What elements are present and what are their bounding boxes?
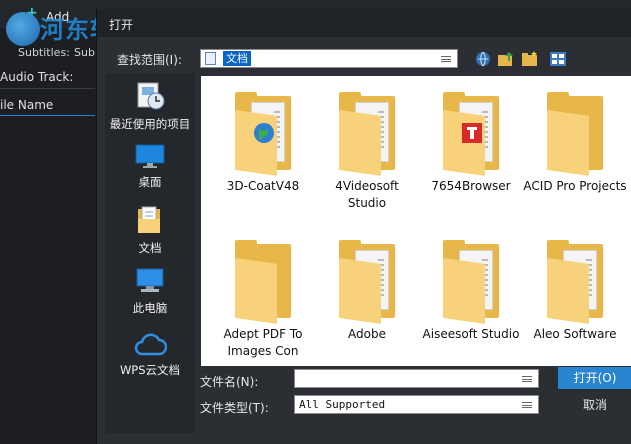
new-folder-icon[interactable]	[521, 50, 539, 68]
dropdown-grip-icon	[522, 402, 532, 408]
file-name: Aiseesoft Studio	[422, 327, 520, 341]
file-name: ACID Pro Projects	[523, 179, 627, 193]
file-list-view[interactable]: 3D-CoatV48 4Videosoft Studio 7654Browser	[201, 76, 631, 366]
view-menu-icon[interactable]	[549, 50, 567, 68]
folder-icon	[235, 240, 291, 324]
recent-items-icon	[137, 82, 165, 110]
file-type-value: All Supported	[299, 398, 386, 411]
watermark-logo-icon	[6, 12, 40, 46]
file-name-input[interactable]	[294, 369, 539, 388]
place-label: 桌面	[138, 175, 162, 189]
place-label: 此电脑	[132, 301, 168, 315]
document-folder-icon	[205, 52, 216, 65]
folder-icon	[339, 240, 395, 324]
file-name: 7654Browser	[431, 179, 511, 193]
back-globe-icon[interactable]	[474, 50, 492, 68]
file-item[interactable]: 3D-CoatV48	[211, 92, 315, 195]
file-item[interactable]: Adept PDF To Images Con	[211, 240, 315, 360]
place-this-pc[interactable]: 此电脑	[105, 267, 195, 316]
dialog-title: 打开	[109, 18, 134, 32]
place-recent-items[interactable]: 最近使用的项目	[105, 81, 195, 132]
desktop-icon	[135, 144, 165, 168]
header-underline	[0, 115, 95, 116]
look-in-dropdown[interactable]: 文档	[200, 49, 458, 68]
dialog-titlebar[interactable]: 打开	[97, 9, 631, 37]
place-label: 文档	[138, 241, 162, 255]
dropdown-grip-icon	[441, 56, 451, 62]
file-item[interactable]: Aiseesoft Studio	[419, 240, 523, 343]
app-badge-icon	[462, 123, 482, 143]
divider	[0, 88, 95, 89]
file-item[interactable]: Adobe	[315, 240, 419, 343]
file-type-label: 文件类型(T):	[200, 401, 269, 415]
folder-icon	[443, 92, 499, 176]
cancel-button[interactable]: 取消	[558, 394, 631, 416]
place-documents[interactable]: 文档	[105, 205, 195, 256]
place-desktop[interactable]: 桌面	[105, 143, 195, 190]
file-item[interactable]: 4Videosoft Studio	[315, 92, 419, 212]
open-file-dialog: 打开 查找范围(I): 文档 最近使用的项目 桌面 文档 此电脑 WPS云文档 …	[96, 9, 631, 444]
open-button[interactable]: 打开(O)	[558, 367, 631, 389]
file-name-label: 文件名(N):	[200, 375, 259, 389]
folder-icon	[339, 92, 395, 176]
folder-icon	[547, 92, 603, 176]
place-wps-cloud[interactable]: WPS云文档	[105, 331, 195, 378]
file-item[interactable]: ACID Pro Projects	[523, 92, 627, 195]
subtitles-value[interactable]: Sub	[74, 46, 95, 59]
this-pc-icon	[136, 268, 164, 292]
folder-icon	[547, 240, 603, 324]
folder-icon	[235, 92, 291, 176]
dropdown-grip-icon	[522, 376, 532, 382]
place-label: 最近使用的项目	[109, 117, 191, 131]
file-name: Adobe	[348, 327, 386, 341]
documents-icon	[138, 206, 160, 233]
file-item[interactable]: 7654Browser	[419, 92, 523, 195]
folder-icon	[443, 240, 499, 324]
place-label: WPS云文档	[119, 363, 181, 377]
up-folder-icon[interactable]	[497, 50, 515, 68]
file-name: Aleo Software	[533, 327, 617, 341]
file-name: 3D-CoatV48	[226, 179, 300, 193]
file-name: Adept PDF To Images Con	[223, 327, 303, 358]
look-in-value: 文档	[223, 51, 251, 66]
look-in-label: 查找范围(I):	[117, 53, 182, 67]
file-item[interactable]: Aleo Software	[523, 240, 627, 343]
audio-track-label: Audio Track:	[0, 70, 74, 84]
file-type-select[interactable]: All Supported	[294, 395, 539, 414]
subtitles-label: Subtitles:	[18, 46, 70, 59]
globe-badge-icon	[254, 123, 274, 143]
wps-cloud-icon	[134, 333, 167, 356]
file-name: 4Videosoft Studio	[335, 179, 399, 210]
places-sidebar: 最近使用的项目 桌面 文档 此电脑 WPS云文档	[105, 73, 195, 433]
file-name-column-header[interactable]: ile Name	[0, 98, 53, 112]
